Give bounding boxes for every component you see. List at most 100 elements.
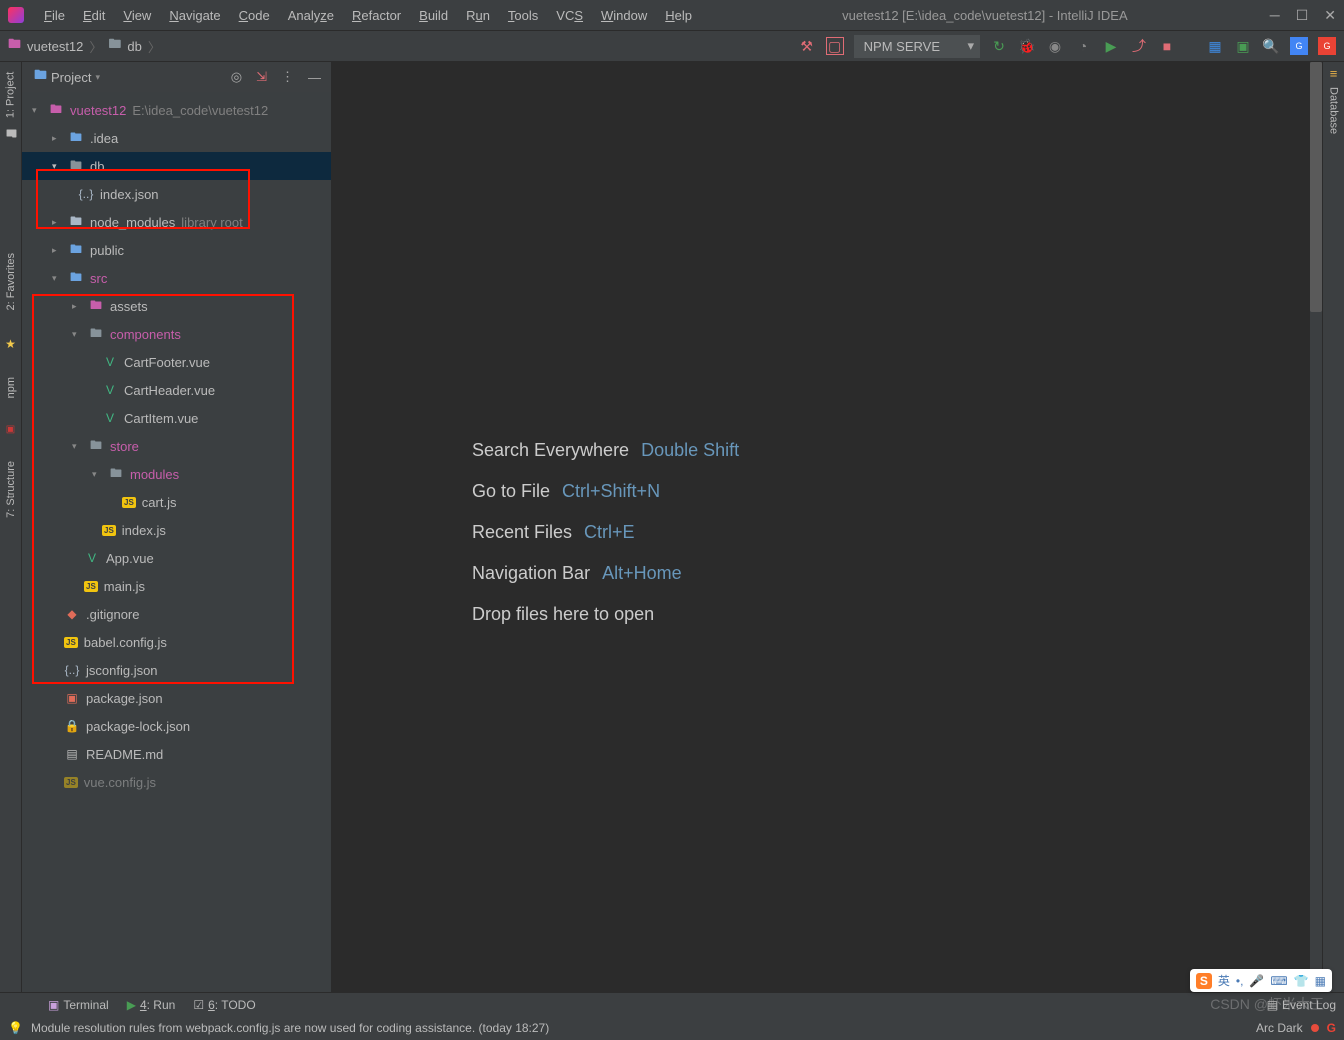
tree-mainjs[interactable]: JS main.js: [22, 572, 331, 600]
expand-icon[interactable]: ▾: [52, 273, 62, 284]
menu-help[interactable]: Help: [657, 4, 700, 27]
breadcrumb[interactable]: 🖿 vuetest12 〉 🖿 db 〉: [8, 35, 798, 57]
tree-components[interactable]: ▾ 🖿 components: [22, 320, 331, 348]
sogou-icon: S: [1196, 973, 1212, 989]
bug-icon[interactable]: 🐞: [1018, 37, 1036, 55]
tab-project[interactable]: 🖿1: Project: [0, 66, 22, 147]
tree-packagejson[interactable]: ▣ package.json: [22, 684, 331, 712]
terminal-icon[interactable]: ▣: [1234, 37, 1252, 55]
menu-refactor[interactable]: Refactor: [344, 4, 409, 27]
tree-store[interactable]: ▾ 🖿 store: [22, 432, 331, 460]
event-log[interactable]: ▤ Event Log: [1267, 998, 1336, 1012]
bulb-icon[interactable]: 💡: [8, 1021, 23, 1035]
tab-database[interactable]: Database: [1326, 81, 1342, 140]
target-icon[interactable]: ◎: [227, 67, 246, 87]
tree-idea[interactable]: ▸ 🖿 .idea: [22, 124, 331, 152]
expand-icon[interactable]: ▾: [72, 441, 82, 452]
theme-indicator[interactable]: Arc Dark: [1256, 1021, 1303, 1035]
tab-structure[interactable]: 7: Structure: [3, 455, 19, 524]
minimize-panel-icon[interactable]: —: [304, 68, 325, 87]
expand-icon[interactable]: ▸: [72, 301, 82, 312]
ime-icon[interactable]: •,: [1236, 974, 1244, 988]
tree-babel[interactable]: JS babel.config.js: [22, 628, 331, 656]
ime-keyboard-icon[interactable]: ⌨: [1270, 974, 1287, 988]
maximize-button[interactable]: ☐: [1296, 7, 1309, 24]
tree-modules[interactable]: ▾ 🖿 modules: [22, 460, 331, 488]
tree-node-modules[interactable]: ▸ 🖿 node_modules library root: [22, 208, 331, 236]
tree-index-json[interactable]: {..} index.json: [22, 180, 331, 208]
menu-vcs[interactable]: VCS: [548, 4, 591, 27]
tree-jsconfig[interactable]: {..} jsconfig.json: [22, 656, 331, 684]
menu-navigate[interactable]: Navigate: [161, 4, 228, 27]
hammer-icon[interactable]: ⚒: [798, 37, 816, 55]
debug-icon[interactable]: ⤴: [1130, 37, 1148, 55]
run-config-dropdown[interactable]: NPM SERVE: [854, 35, 980, 58]
tree-assets[interactable]: ▸ 🖿 assets: [22, 292, 331, 320]
expand-icon[interactable]: ▾: [52, 161, 62, 172]
tree-src[interactable]: ▾ 🖿 src: [22, 264, 331, 292]
coverage-icon[interactable]: ◉: [1046, 37, 1064, 55]
tree-packagelock[interactable]: 🔒 package-lock.json: [22, 712, 331, 740]
expand-icon[interactable]: ▾: [32, 105, 42, 116]
hint-search: Search Everywhere Double Shift: [472, 440, 739, 461]
menu-tools[interactable]: Tools: [500, 4, 546, 27]
menu-file[interactable]: File: [36, 4, 73, 27]
breadcrumb-child[interactable]: db: [127, 39, 141, 54]
menu-build[interactable]: Build: [411, 4, 456, 27]
tree-cartjs[interactable]: JS cart.js: [22, 488, 331, 516]
tree-store-index[interactable]: JS index.js: [22, 516, 331, 544]
tab-terminal[interactable]: ▣ Terminal: [48, 998, 109, 1012]
play-icon[interactable]: ▶: [1102, 37, 1120, 55]
breadcrumb-root[interactable]: vuetest12: [27, 39, 83, 54]
expand-icon[interactable]: ▸: [52, 245, 62, 256]
project-dropdown[interactable]: 🖿 Project ▾: [28, 64, 106, 90]
tab-todo[interactable]: ☑ 6: TODO: [193, 998, 255, 1012]
menu-edit[interactable]: Edit: [75, 4, 113, 27]
ime-mic-icon[interactable]: 🎤: [1249, 974, 1264, 988]
expand-icon[interactable]: ▸: [52, 133, 62, 144]
minimize-button[interactable]: ─: [1270, 7, 1280, 24]
tree-readme[interactable]: ▤ README.md: [22, 740, 331, 768]
collapse-icon[interactable]: ⇲: [252, 67, 271, 87]
npm-icon: ▣: [6, 424, 15, 435]
tree-cartheader[interactable]: V CartHeader.vue: [22, 376, 331, 404]
tab-npm[interactable]: npm: [3, 371, 19, 404]
menu-run[interactable]: Run: [458, 4, 498, 27]
ime-menu-icon[interactable]: ▦: [1315, 974, 1326, 988]
close-button[interactable]: ✕: [1324, 7, 1336, 24]
google-icon[interactable]: G: [1327, 1021, 1336, 1035]
rerun-icon[interactable]: ↻: [990, 37, 1008, 55]
grid-icon[interactable]: ▦: [1206, 37, 1224, 55]
expand-icon[interactable]: ▾: [92, 469, 102, 480]
tab-favorites[interactable]: 2: Favorites: [3, 247, 19, 316]
stop-icon[interactable]: ■: [1158, 37, 1176, 55]
menu-analyze[interactable]: Analyze: [280, 4, 342, 27]
menu-window[interactable]: Window: [593, 4, 655, 27]
git-icon: ◆: [64, 607, 80, 621]
tab-run[interactable]: ▶ 4: Run: [127, 998, 176, 1012]
tree-db[interactable]: ▾ 🖿 db: [22, 152, 331, 180]
tree-gitignore[interactable]: ◆ .gitignore: [22, 600, 331, 628]
more-icon[interactable]: ⋮: [277, 67, 298, 87]
expand-icon[interactable]: ▾: [72, 329, 82, 340]
translate-icon[interactable]: G: [1290, 37, 1308, 55]
left-toolwindow-bar: 🖿1: Project 2: Favorites ★ npm ▣ 7: Stru…: [0, 62, 22, 992]
scrollbar[interactable]: [1310, 62, 1322, 992]
ime-skin-icon[interactable]: 👕: [1294, 974, 1309, 988]
tree-cartitem[interactable]: V CartItem.vue: [22, 404, 331, 432]
drop-message: Drop files here to open: [472, 604, 654, 625]
tree-appvue[interactable]: V App.vue: [22, 544, 331, 572]
profile-icon[interactable]: ◔: [1074, 37, 1092, 55]
tree-root[interactable]: ▾ 🖿 vuetest12 E:\idea_code\vuetest12: [22, 96, 331, 124]
run-target-icon[interactable]: ▢: [826, 37, 844, 55]
tree-public[interactable]: ▸ 🖿 public: [22, 236, 331, 264]
search-icon[interactable]: 🔍: [1262, 37, 1280, 55]
ime-toolbar[interactable]: S 英 •, 🎤 ⌨ 👕 ▦: [1190, 969, 1332, 992]
menu-code[interactable]: Code: [231, 4, 278, 27]
tree-vueconfig[interactable]: JS vue.config.js: [22, 768, 331, 796]
menu-view[interactable]: View: [115, 4, 159, 27]
expand-icon[interactable]: ▸: [52, 217, 62, 228]
navigation-bar: 🖿 vuetest12 〉 🖿 db 〉 ⚒ ▢ NPM SERVE ↻ 🐞 ◉…: [0, 30, 1344, 62]
google-icon[interactable]: G: [1318, 37, 1336, 55]
tree-cartfooter[interactable]: V CartFooter.vue: [22, 348, 331, 376]
